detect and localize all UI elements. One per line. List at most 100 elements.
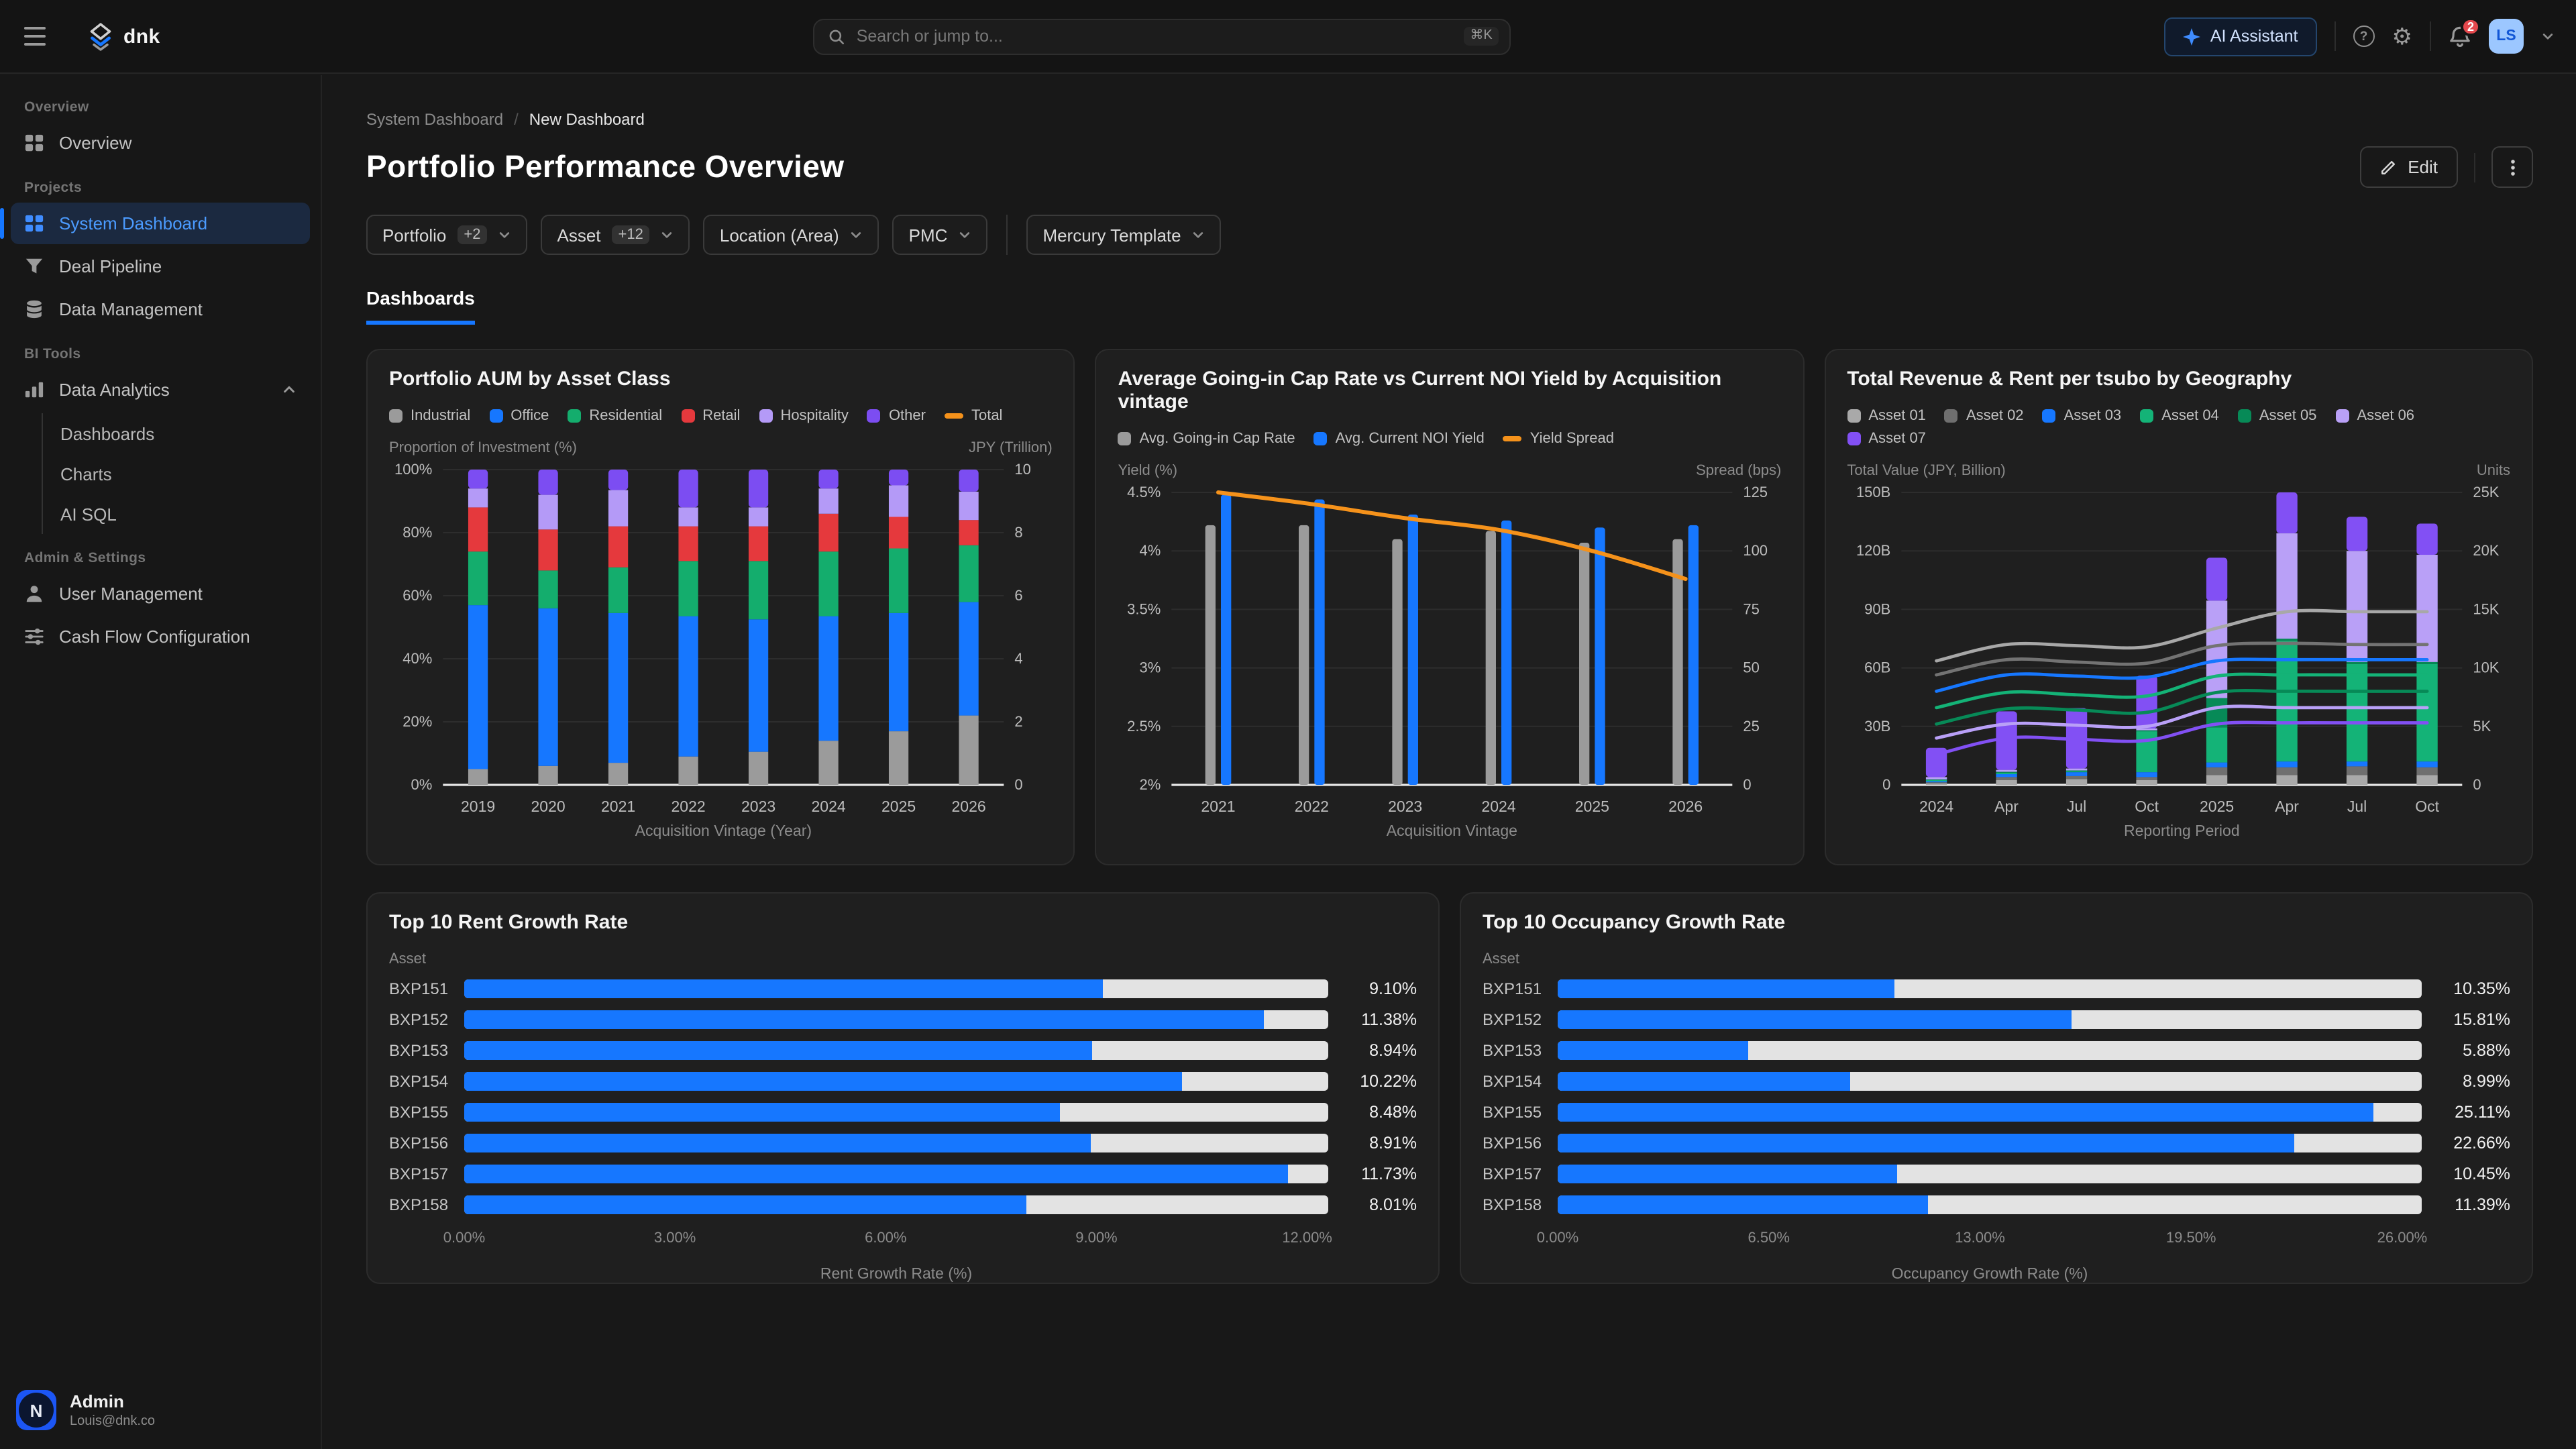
legend-swatch bbox=[945, 414, 963, 419]
revenue_rent-svg: 0030B5K60B10K90B15K120B20K150B25K2024Apr… bbox=[1847, 482, 2510, 847]
bar-segment bbox=[2346, 775, 2367, 785]
bar-segment bbox=[2065, 770, 2086, 771]
settings-gear-icon[interactable]: ⚙ bbox=[2392, 25, 2413, 48]
hbar-column-header: Asset bbox=[1483, 951, 2510, 967]
chart-title: Portfolio AUM by Asset Class bbox=[389, 368, 1053, 390]
chart-legend: Asset 01 Asset 02 Asset 03 Asset 04 Asse… bbox=[1847, 408, 2510, 447]
legend-swatch bbox=[681, 409, 694, 423]
legend-item-hospitality[interactable]: Hospitality bbox=[759, 408, 849, 424]
bar-segment bbox=[678, 470, 698, 507]
bar-segment bbox=[2136, 731, 2157, 772]
svg-text:25K: 25K bbox=[2473, 484, 2499, 500]
filter-label: Mercury Template bbox=[1042, 225, 1181, 245]
sidebar-item-data-management[interactable]: Data Management bbox=[11, 288, 310, 330]
edit-button[interactable]: Edit bbox=[2359, 146, 2458, 188]
ai-assistant-label: AI Assistant bbox=[2210, 27, 2298, 46]
svg-text:60%: 60% bbox=[402, 587, 432, 604]
notifications-bell-icon[interactable]: 2 bbox=[2449, 25, 2471, 48]
sidebar-user-name: Admin bbox=[70, 1392, 155, 1414]
help-icon[interactable]: ? bbox=[2353, 25, 2375, 47]
hbar-tick-label: 6.00% bbox=[865, 1230, 906, 1246]
funnel-icon bbox=[24, 256, 46, 276]
filter-chip-asset[interactable]: Asset+12 bbox=[541, 215, 690, 255]
sidebar-item-system-dashboard[interactable]: System Dashboard bbox=[11, 203, 310, 244]
bar bbox=[1688, 525, 1699, 785]
sidebar-subitem-charts[interactable]: Charts bbox=[43, 453, 310, 494]
bar bbox=[1408, 515, 1418, 785]
legend-item-asset-04[interactable]: Asset 04 bbox=[2140, 408, 2219, 424]
sidebar-subitem-dashboards[interactable]: Dashboards bbox=[43, 413, 310, 453]
sidebar-user[interactable]: N Admin Louis@dnk.co bbox=[11, 1382, 310, 1430]
bar bbox=[1299, 525, 1309, 785]
bar-segment bbox=[959, 545, 978, 602]
breadcrumb-parent[interactable]: System Dashboard bbox=[366, 110, 503, 129]
hamburger-menu-icon[interactable] bbox=[21, 17, 59, 55]
legend-item-asset-02[interactable]: Asset 02 bbox=[1945, 408, 2024, 424]
sidebar-item-overview[interactable]: Overview bbox=[11, 122, 310, 164]
hbar-row-label: BXP153 bbox=[389, 1041, 464, 1060]
bar-segment bbox=[889, 731, 908, 785]
search-box[interactable]: ⌘K bbox=[814, 18, 1511, 54]
topbar-actions: AI Assistant ? ⚙ 2 LS bbox=[2165, 17, 2555, 56]
svg-text:30B: 30B bbox=[1864, 718, 1890, 735]
hbar-row-label: BXP158 bbox=[389, 1195, 464, 1214]
sliders-icon bbox=[24, 627, 46, 647]
filter-label: Location (Area) bbox=[720, 225, 839, 245]
legend-item-asset-07[interactable]: Asset 07 bbox=[1847, 431, 1926, 447]
legend-item-residential[interactable]: Residential bbox=[568, 408, 662, 424]
svg-text:60B: 60B bbox=[1864, 659, 1890, 676]
bar bbox=[1580, 543, 1590, 785]
user-avatar[interactable]: LS bbox=[2489, 19, 2524, 54]
legend-item-avg-going-in-cap-rate[interactable]: Avg. Going-in Cap Rate bbox=[1118, 431, 1295, 447]
bar-segment bbox=[1925, 782, 1946, 783]
right-axis-title: Units bbox=[2477, 463, 2510, 479]
hbar-value: 10.22% bbox=[1328, 1072, 1417, 1091]
sidebar-item-data-analytics[interactable]: Data Analytics bbox=[11, 369, 310, 411]
legend-item-asset-01[interactable]: Asset 01 bbox=[1847, 408, 1926, 424]
filter-chip-portfolio[interactable]: Portfolio+2 bbox=[366, 215, 528, 255]
ai-assistant-button[interactable]: AI Assistant bbox=[2165, 17, 2317, 56]
bar-segment bbox=[1996, 770, 2017, 772]
filter-chip-location-area[interactable]: Location (Area) bbox=[704, 215, 879, 255]
legend-label: Hospitality bbox=[780, 408, 849, 424]
bar-segment bbox=[749, 752, 768, 785]
legend-item-asset-05[interactable]: Asset 05 bbox=[2238, 408, 2317, 424]
svg-text:Acquisition Vintage: Acquisition Vintage bbox=[1387, 822, 1517, 839]
legend-item-industrial[interactable]: Industrial bbox=[389, 408, 470, 424]
legend-item-asset-06[interactable]: Asset 06 bbox=[2335, 408, 2414, 424]
rent-growth-bars: BXP1519.10%BXP15211.38%BXP1538.94%BXP154… bbox=[389, 979, 1417, 1283]
legend-item-avg-current-noi-yield[interactable]: Avg. Current NOI Yield bbox=[1314, 431, 1485, 447]
svg-text:2.5%: 2.5% bbox=[1128, 718, 1161, 735]
svg-text:2024: 2024 bbox=[1919, 798, 1953, 815]
legend-item-other[interactable]: Other bbox=[867, 408, 926, 424]
chevron-up-icon[interactable] bbox=[282, 382, 297, 397]
filter-chip-pmc[interactable]: PMC bbox=[893, 215, 988, 255]
sidebar-item-deal-pipeline[interactable]: Deal Pipeline bbox=[11, 246, 310, 287]
tab-dashboards[interactable]: Dashboards bbox=[366, 287, 475, 325]
legend-item-asset-03[interactable]: Asset 03 bbox=[2043, 408, 2122, 424]
hbar-tick-label: 9.00% bbox=[1075, 1230, 1117, 1246]
bar-segment bbox=[2276, 492, 2297, 533]
sidebar-item-cash-flow-configuration[interactable]: Cash Flow Configuration bbox=[11, 616, 310, 657]
chart-title: Average Going-in Cap Rate vs Current NOI… bbox=[1118, 368, 1782, 413]
kebab-menu-button[interactable] bbox=[2491, 146, 2533, 188]
brand[interactable]: dnk bbox=[89, 22, 160, 50]
breadcrumb-current: New Dashboard bbox=[529, 110, 645, 129]
legend-item-yield-spread[interactable]: Yield Spread bbox=[1503, 431, 1614, 447]
topbar: dnk ⌘K AI Assistant ? ⚙ bbox=[0, 0, 2576, 74]
filter-chip-mercury-template[interactable]: Mercury Template bbox=[1026, 215, 1221, 255]
legend-item-retail[interactable]: Retail bbox=[681, 408, 740, 424]
hbar-track bbox=[464, 1010, 1328, 1029]
bar-segment bbox=[1925, 784, 1946, 785]
search-input[interactable] bbox=[857, 27, 1453, 46]
svg-text:Reporting Period: Reporting Period bbox=[2123, 822, 2239, 839]
bar-segment bbox=[959, 716, 978, 785]
legend-item-total[interactable]: Total bbox=[945, 408, 1003, 424]
avatar-chevron-down-icon[interactable] bbox=[2541, 30, 2555, 43]
svg-text:2026: 2026 bbox=[1669, 798, 1703, 815]
legend-item-office[interactable]: Office bbox=[489, 408, 549, 424]
bar bbox=[1486, 531, 1496, 785]
sidebar-item-user-management[interactable]: User Management bbox=[11, 573, 310, 614]
sidebar-subitem-ai-sql[interactable]: AI SQL bbox=[43, 494, 310, 534]
right-axis-title: JPY (Trillion) bbox=[969, 440, 1053, 456]
